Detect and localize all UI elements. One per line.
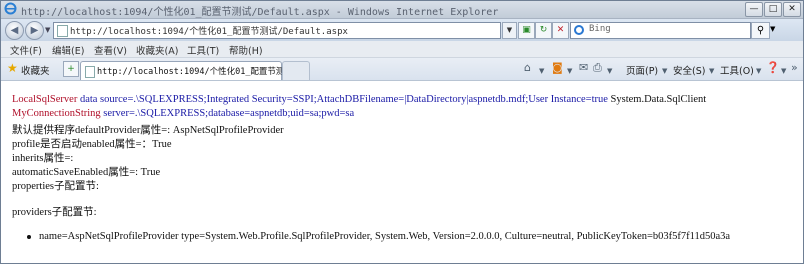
bing-icon (574, 25, 584, 35)
menu-view[interactable]: 查看(V) (94, 43, 127, 57)
page-content: LocalSqlServer data source=.\SQLEXPRESS;… (1, 81, 803, 263)
auto-save-line: automaticSaveEnabled属性=: True (12, 167, 161, 178)
help-dropdown-icon[interactable]: ▼ (781, 65, 786, 77)
favorites-star-icon[interactable]: ★ (7, 62, 18, 74)
connection-string-line-1: LocalSqlServer data source=.\SQLEXPRESS;… (12, 94, 706, 105)
window-title: http://localhost:1094/个性化01_配置节测试/Defaul… (21, 7, 499, 18)
title-bar: http://localhost:1094/个性化01_配置节测试/Defaul… (1, 1, 803, 19)
menu-file[interactable]: 文件(F) (10, 43, 42, 57)
page-menu[interactable]: 页面(P) (626, 63, 658, 77)
profile-enabled-line: profile是否启动enabled属性=：True (12, 139, 172, 150)
connection-name-2: MyConnectionString (12, 108, 101, 119)
menu-edit[interactable]: 编辑(E) (52, 43, 84, 57)
minimize-button[interactable]: — (745, 2, 763, 17)
tools-menu[interactable]: 工具(O) (720, 63, 754, 77)
connection-value: data source=.\SQLEXPRESS;Integrated Secu… (77, 94, 608, 105)
home-dropdown-icon[interactable]: ▼ (539, 65, 544, 77)
browser-window: http://localhost:1094/个性化01_配置节测试/Defaul… (0, 0, 804, 264)
list-bullet (27, 235, 31, 239)
tab-label: http://localhost:1094/个性化01_配置节测试... (97, 67, 309, 77)
connection-value-2: server=.\SQLEXPRESS;database=aspnetdb;ui… (100, 108, 355, 119)
home-icon[interactable]: ⌂ (524, 62, 531, 74)
menu-bar: 文件(F) 编辑(E) 查看(V) 收藏夹(A) 工具(T) 帮助(H) (1, 41, 803, 58)
compat-view-icon[interactable]: ▣ (518, 22, 535, 39)
address-input[interactable]: http://localhost:1094/个性化01_配置节测试/Defaul… (53, 22, 501, 39)
tools-dropdown-icon[interactable]: ▼ (756, 65, 761, 77)
forward-icon[interactable]: ▶ (25, 21, 44, 40)
back-icon[interactable]: ◀ (5, 21, 24, 40)
connection-string-line-2: MyConnectionString server=.\SQLEXPRESS;d… (12, 108, 354, 119)
favorites-button[interactable]: 收藏夹 (21, 63, 50, 77)
close-button[interactable]: ✕ (783, 2, 801, 17)
print-dropdown-icon[interactable]: ▼ (607, 65, 612, 77)
providers-section-line: providers子配置节: (12, 207, 97, 218)
default-provider-line: 默认提供程序defaultProvider属性=: AspNetSqlProfi… (12, 125, 284, 136)
search-dropdown-icon[interactable]: ▼ (770, 22, 778, 37)
safety-menu[interactable]: 安全(S) (673, 63, 705, 77)
address-toolbar: ◀ ▶ ▼ http://localhost:1094/个性化01_配置节测试/… (1, 19, 803, 41)
safety-dropdown-icon[interactable]: ▼ (709, 65, 714, 77)
page-dropdown-icon[interactable]: ▼ (662, 65, 667, 77)
mail-icon[interactable]: ✉ (579, 62, 588, 74)
refresh-icon[interactable]: ↻ (535, 22, 552, 39)
menu-help[interactable]: 帮助(H) (229, 43, 263, 57)
inherits-line: inherits属性=: (12, 153, 74, 164)
feeds-dropdown-icon[interactable]: ▼ (567, 65, 572, 77)
print-icon[interactable]: ⎙ (593, 62, 602, 74)
add-favorites-icon[interactable]: + (63, 61, 79, 77)
connection-name: LocalSqlServer (12, 94, 78, 105)
search-placeholder: Bing (589, 24, 611, 34)
stop-icon[interactable]: ✕ (552, 22, 569, 39)
menu-tools[interactable]: 工具(T) (187, 43, 219, 57)
new-tab-button[interactable] (282, 61, 310, 80)
search-icon[interactable]: ⚲ (751, 22, 770, 39)
toolbar-overflow-icon[interactable]: » (791, 62, 798, 74)
history-dropdown-icon[interactable]: ▼ (45, 26, 50, 34)
tab-page-icon (85, 66, 95, 78)
ie-icon (4, 2, 17, 15)
properties-section-line: properties子配置节: (12, 181, 99, 192)
maximize-button[interactable]: □ (764, 2, 782, 17)
tab-active[interactable]: http://localhost:1094/个性化01_配置节测试... (80, 61, 308, 80)
address-dropdown-icon[interactable]: ▼ (502, 22, 517, 39)
page-icon (57, 25, 68, 37)
provider-list-item: name=AspNetSqlProfileProvider type=Syste… (39, 231, 731, 242)
feeds-icon[interactable]: ◙ (552, 62, 563, 74)
search-input[interactable]: Bing (570, 22, 751, 39)
menu-favorites[interactable]: 收藏夹(A) (136, 43, 178, 57)
address-text: http://localhost:1094/个性化01_配置节测试/Defaul… (70, 27, 348, 37)
connection-provider: System.Data.SqlClient (607, 94, 707, 105)
help-icon[interactable]: ❓ (766, 62, 780, 74)
tab-bar: ★ 收藏夹 + http://localhost:1094/个性化01_配置节测… (1, 58, 803, 81)
